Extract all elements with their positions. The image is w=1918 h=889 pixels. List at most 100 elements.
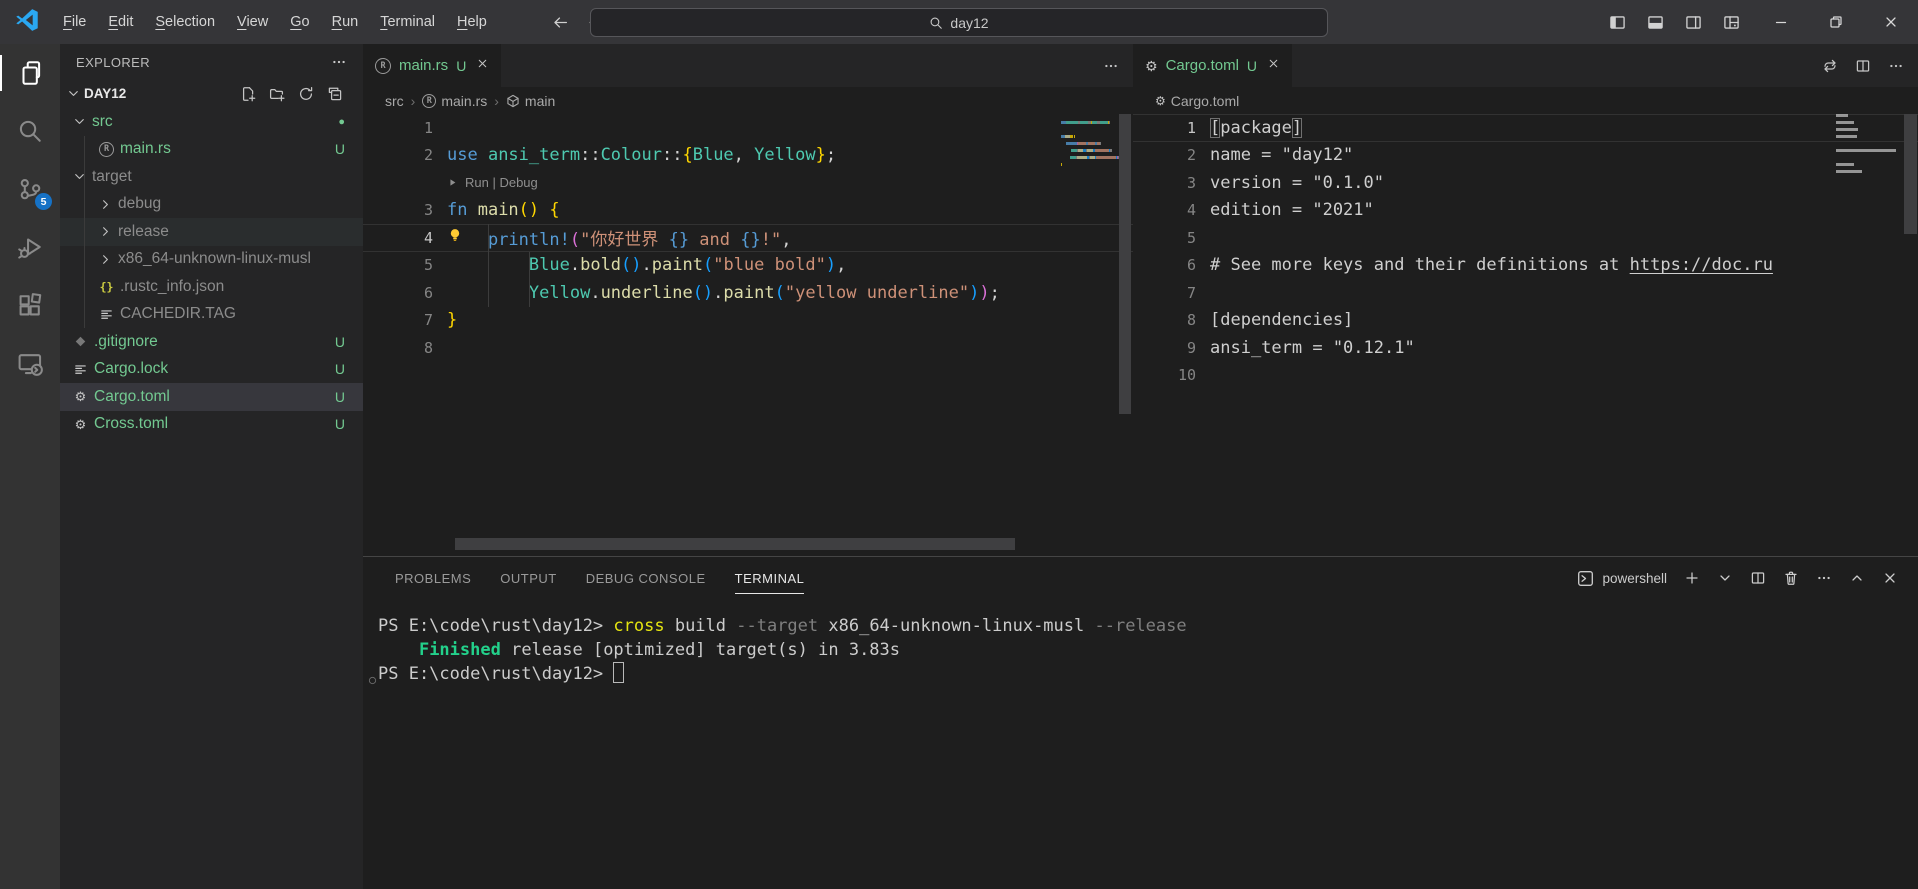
restore-button[interactable] (1808, 0, 1863, 44)
tree-item-cross-toml[interactable]: ⚙Cross.tomlU (60, 411, 363, 439)
tree-item--rustc-info-json[interactable]: {}.rustc_info.json (60, 273, 363, 301)
minimize-button[interactable] (1753, 0, 1808, 44)
menu-edit[interactable]: Edit (97, 8, 144, 36)
code-line-3[interactable]: 3version = "0.1.0" (1133, 169, 1918, 197)
menu-go[interactable]: Go (279, 8, 320, 36)
panel-tab-debug-console[interactable]: DEBUG CONSOLE (586, 557, 706, 599)
activity-remote-explorer[interactable] (0, 334, 60, 392)
code-line-1[interactable]: 1 (363, 114, 1133, 142)
explorer-more-actions-icon[interactable] (331, 54, 347, 70)
panel-tab-terminal[interactable]: TERMINAL (735, 557, 805, 599)
close-panel-button[interactable] (1882, 570, 1898, 586)
tab-close-button[interactable] (476, 57, 489, 74)
tree-item-cachedir-tag[interactable]: CACHEDIR.TAG (60, 301, 363, 329)
command-decoration-icon[interactable] (367, 669, 378, 693)
command-center-search[interactable]: day12 (590, 8, 1328, 37)
layout-toggle-button[interactable] (1723, 14, 1740, 31)
project-section-header[interactable]: DAY12 (60, 80, 363, 107)
ellipsis-button[interactable] (1103, 58, 1119, 74)
code-editor[interactable]: 1[package]2name = "day12"3version = "0.1… (1133, 114, 1918, 556)
vertical-scrollbar[interactable] (1904, 114, 1917, 234)
horizontal-scrollbar[interactable] (455, 538, 1015, 550)
tree-item-cargo-toml[interactable]: ⚙Cargo.tomlU (60, 383, 363, 411)
panel-right-toggle-button[interactable] (1685, 14, 1702, 31)
code-line-1[interactable]: 1[package] (1133, 114, 1918, 142)
code-line-6[interactable]: 6# See more keys and their definitions a… (1133, 252, 1918, 280)
tree-item-main-rs[interactable]: Rmain.rsU (60, 136, 363, 164)
minimap[interactable] (1836, 114, 1896, 184)
code-line-3[interactable]: 3fn main() { (363, 197, 1133, 225)
shell-selector[interactable]: powershell (1577, 570, 1667, 587)
tab-close-button[interactable] (1267, 57, 1280, 74)
code-line-2[interactable]: 2name = "day12" (1133, 142, 1918, 170)
terminal-output[interactable]: PS E:\code\rust\day12> cross build --tar… (363, 607, 1918, 889)
go-back-icon[interactable] (552, 14, 569, 31)
code-line-7[interactable]: 7} (363, 307, 1133, 335)
activity-search[interactable] (0, 102, 60, 160)
maximize-panel-button[interactable] (1849, 570, 1865, 586)
menu-terminal[interactable]: Terminal (369, 8, 446, 36)
chev-down-icon (66, 86, 81, 101)
breadcrumb-item[interactable]: ⚙Cargo.toml (1155, 93, 1239, 109)
lightbulb-icon[interactable] (447, 227, 463, 248)
menu-file[interactable]: File (52, 8, 97, 36)
vertical-scrollbar[interactable] (1119, 114, 1131, 414)
menu-selection[interactable]: Selection (144, 8, 226, 36)
compare-button[interactable] (1822, 58, 1838, 74)
new-file-button[interactable] (240, 86, 256, 102)
activity-extensions[interactable] (0, 276, 60, 334)
menu-view[interactable]: View (226, 8, 279, 36)
code-line-4[interactable]: 4edition = "2021" (1133, 197, 1918, 225)
gear-icon: ⚙ (1145, 59, 1158, 73)
terminal-more-button[interactable] (1816, 570, 1832, 586)
code-line-5[interactable]: 5 Blue.bold().paint("blue bold"), (363, 252, 1133, 280)
minimap[interactable] (1061, 114, 1119, 177)
code-line-10[interactable]: 10 (1133, 362, 1918, 390)
ellipsis-button[interactable] (1888, 58, 1904, 74)
breadcrumb-item[interactable]: Rmain.rs (422, 93, 487, 109)
tree-item-cargo-lock[interactable]: Cargo.lockU (60, 356, 363, 384)
tree-item-target[interactable]: target (60, 163, 363, 191)
panel-tab-output[interactable]: OUTPUT (500, 557, 556, 599)
breadcrumb-item[interactable]: main (506, 93, 555, 109)
menu-run[interactable]: Run (321, 8, 370, 36)
code-line-4[interactable]: 4 println!("你好世界 {} and {}!", (363, 224, 1133, 252)
tree-item-debug[interactable]: debug (60, 191, 363, 219)
breadcrumb-item[interactable]: src (385, 93, 404, 109)
activity-run-and-debug[interactable] (0, 218, 60, 276)
codelens-run-debug[interactable]: Run | Debug (363, 169, 1133, 197)
split-button[interactable] (1855, 58, 1871, 74)
activity-explorer[interactable] (0, 44, 60, 102)
menu-help[interactable]: Help (446, 8, 498, 36)
refresh-button[interactable] (298, 86, 314, 102)
split-terminal-button[interactable] (1750, 570, 1766, 586)
activity-source-control[interactable]: 5 (0, 160, 60, 218)
code-line-6[interactable]: 6 Yellow.underline().paint("yellow under… (363, 279, 1133, 307)
code-line-7[interactable]: 7 (1133, 279, 1918, 307)
code-line-9[interactable]: 9ansi_term = "0.12.1" (1133, 334, 1918, 362)
code-line-5[interactable]: 5 (1133, 224, 1918, 252)
terminal-dropdown-button[interactable] (1717, 570, 1733, 586)
panel-bottom-toggle-button[interactable] (1647, 14, 1664, 31)
line-number: 4 (363, 229, 433, 247)
editor-group-main-rs: Rmain.rsUsrc›Rmain.rs›main12use ansi_ter… (363, 44, 1133, 556)
tree-item--gitignore[interactable]: .gitignoreU (60, 328, 363, 356)
close-button[interactable] (1863, 0, 1918, 44)
code-line-8[interactable]: 8 (363, 334, 1133, 362)
tree-item-src[interactable]: src● (60, 108, 363, 136)
code-editor[interactable]: 12use ansi_term::Colour::{Blue, Yellow};… (363, 114, 1133, 556)
new-terminal-button[interactable] (1684, 570, 1700, 586)
kill-terminal-button[interactable] (1783, 570, 1799, 586)
code-line-8[interactable]: 8[dependencies] (1133, 307, 1918, 335)
tab-main-rs[interactable]: Rmain.rsU (363, 44, 501, 87)
line-number: 5 (363, 256, 433, 274)
collapse-all-button[interactable] (327, 86, 343, 102)
tab-cargo-toml[interactable]: ⚙Cargo.tomlU (1133, 44, 1292, 87)
panel-left-toggle-button[interactable] (1609, 14, 1626, 31)
panel-tab-problems[interactable]: PROBLEMS (395, 557, 471, 599)
tree-item-release[interactable]: release (60, 218, 363, 246)
chevron-down-icon (66, 86, 81, 101)
code-line-2[interactable]: 2use ansi_term::Colour::{Blue, Yellow}; (363, 142, 1133, 170)
tree-item-x86-64-unknown-linux-musl[interactable]: x86_64-unknown-linux-musl (60, 246, 363, 274)
new-folder-button[interactable] (269, 86, 285, 102)
